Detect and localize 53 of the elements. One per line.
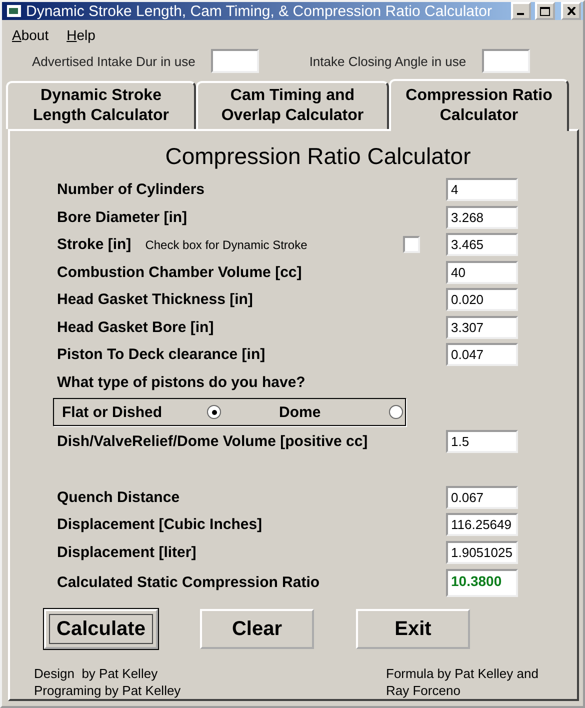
maximize-icon: [540, 6, 550, 16]
action-button[interactable]: Clear: [200, 609, 314, 649]
credits-text: Formula by Pat Kelley and Ray Forceno: [386, 665, 540, 699]
app-icon: [6, 4, 22, 18]
field-label: Combustion Chamber Volume [cc]: [57, 264, 302, 281]
credits-text: Design by Pat Kelley Programing by Pat Kelley: [34, 665, 182, 699]
checkbox-label: Check box for Dynamic Stroke: [145, 238, 308, 252]
checkbox[interactable]: [403, 236, 420, 254]
input-field[interactable]: [211, 49, 260, 73]
action-button[interactable]: Calculate: [44, 609, 158, 649]
tab[interactable]: Cam Timing and Overlap Calculator: [196, 81, 389, 129]
field-label: Piston To Deck clearance [in]: [57, 346, 266, 364]
input-field[interactable]: 4: [446, 178, 518, 202]
result-label: Quench Distance: [57, 488, 180, 506]
input-field[interactable]: 3.465: [446, 233, 518, 256]
field-label: Stroke [in]: [57, 236, 132, 254]
result-field: 116.25649: [446, 513, 518, 536]
input-field[interactable]: 40: [446, 260, 518, 284]
close-icon: [566, 7, 576, 15]
field-label: Number of Cylinders: [57, 181, 205, 198]
field-label: Bore Diameter [in]: [57, 208, 188, 226]
panel-title: Compression Ratio Calculator: [164, 143, 472, 170]
menu-item[interactable]: About: [12, 27, 49, 43]
result-label: Displacement [Cubic Inches]: [57, 516, 262, 534]
radio-button[interactable]: [207, 405, 221, 419]
field-label: Advertised Intake Dur in use: [32, 54, 196, 68]
input-field[interactable]: 3.268: [446, 206, 518, 229]
input-field[interactable]: [482, 49, 530, 73]
window-title: Dynamic Stroke Length, Cam Timing, & Compression Ratio Calculator: [26, 2, 494, 20]
input-field[interactable]: 3.307: [446, 316, 518, 339]
result-label: Displacement [liter]: [57, 544, 196, 561]
tab[interactable]: Compression Ratio Calculator: [389, 79, 569, 131]
close-button[interactable]: [561, 2, 581, 20]
result-field: 1.9051025: [446, 540, 518, 564]
input-field[interactable]: 0.020: [446, 288, 518, 312]
field-label: Intake Closing Angle in use: [309, 54, 466, 68]
result-field: 10.3800: [446, 568, 518, 596]
question-text: What type of pistons do you have?: [57, 374, 306, 391]
input-field[interactable]: 1.5: [446, 430, 518, 454]
result-label: Calculated Static Compression Ratio: [57, 574, 320, 591]
input-field[interactable]: 0.047: [446, 343, 518, 366]
result-field: 0.067: [446, 486, 518, 509]
action-button[interactable]: Exit: [356, 609, 470, 649]
minimize-button[interactable]: [511, 2, 531, 20]
maximize-button[interactable]: [535, 2, 555, 20]
menu-item[interactable]: Help: [66, 27, 96, 43]
radio-button[interactable]: [389, 405, 403, 419]
field-label: Dish/ValveRelief/Dome Volume [positive cc]: [57, 433, 368, 450]
field-label: Head Gasket Thickness [in]: [57, 291, 253, 308]
radio-label: Flat or Dished: [62, 404, 164, 420]
radio-label: Dome: [279, 404, 322, 420]
tab[interactable]: Dynamic Stroke Length Calculator: [6, 81, 196, 129]
field-label: Head Gasket Bore [in]: [57, 318, 214, 336]
